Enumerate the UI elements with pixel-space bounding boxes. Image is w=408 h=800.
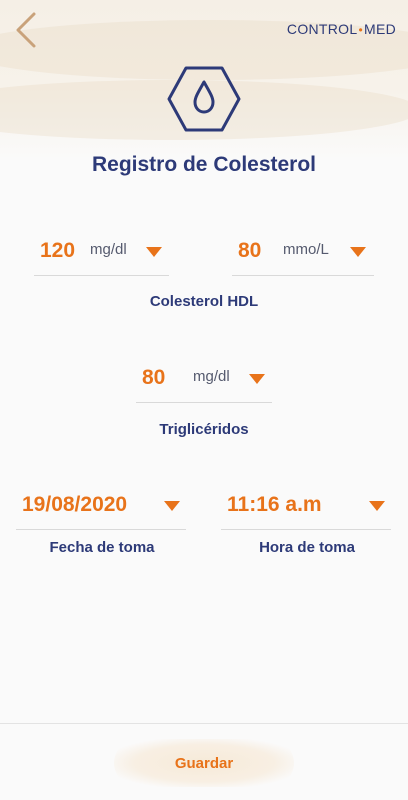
time-field[interactable]: 11:16 a.m bbox=[221, 485, 391, 530]
hdl-mmol-value: 80 bbox=[238, 239, 262, 262]
date-value: 19/08/2020 bbox=[22, 493, 128, 516]
time-value: 11:16 a.m bbox=[227, 493, 322, 516]
cholesterol-badge bbox=[166, 64, 242, 134]
footer-divider bbox=[0, 723, 408, 724]
date-caption: Fecha de toma bbox=[49, 539, 155, 556]
brand-logo-left: CONTROL bbox=[286, 21, 358, 37]
save-button[interactable]: Guardar bbox=[114, 739, 294, 787]
triglycerides-value: 80 bbox=[142, 366, 166, 389]
caret-down-icon[interactable] bbox=[164, 501, 180, 511]
hdl-mg-value: 120 bbox=[40, 239, 76, 262]
hdl-mmol-field[interactable]: 80 mmo/L bbox=[232, 231, 374, 276]
time-caption: Hora de toma bbox=[259, 539, 355, 556]
caret-down-icon[interactable] bbox=[249, 374, 265, 384]
save-button-label: Guardar bbox=[174, 754, 234, 772]
brand-logo-dot: • bbox=[358, 23, 363, 37]
page-title: Registro de Colesterol bbox=[91, 153, 317, 176]
hdl-mg-unit: mg/dl bbox=[90, 241, 127, 258]
hdl-caption: Colesterol HDL bbox=[149, 293, 259, 310]
triglycerides-caption: Triglicéridos bbox=[159, 421, 249, 438]
drop-icon bbox=[193, 80, 215, 114]
chevron-left-icon bbox=[16, 12, 36, 48]
back-button[interactable] bbox=[10, 10, 44, 50]
date-field[interactable]: 19/08/2020 bbox=[16, 485, 186, 530]
triglycerides-field[interactable]: 80 mg/dl bbox=[136, 358, 272, 403]
brand-logo-right: MED bbox=[363, 21, 396, 37]
caret-down-icon[interactable] bbox=[369, 501, 385, 511]
caret-down-icon[interactable] bbox=[350, 247, 366, 257]
triglycerides-unit: mg/dl bbox=[193, 368, 230, 385]
caret-down-icon[interactable] bbox=[146, 247, 162, 257]
hdl-mmol-unit: mmo/L bbox=[283, 241, 329, 258]
hexagon-icon bbox=[167, 66, 241, 132]
brand-logo: CONTROL•MED bbox=[287, 21, 396, 37]
hdl-mg-field[interactable]: 120 mg/dl bbox=[34, 231, 169, 276]
